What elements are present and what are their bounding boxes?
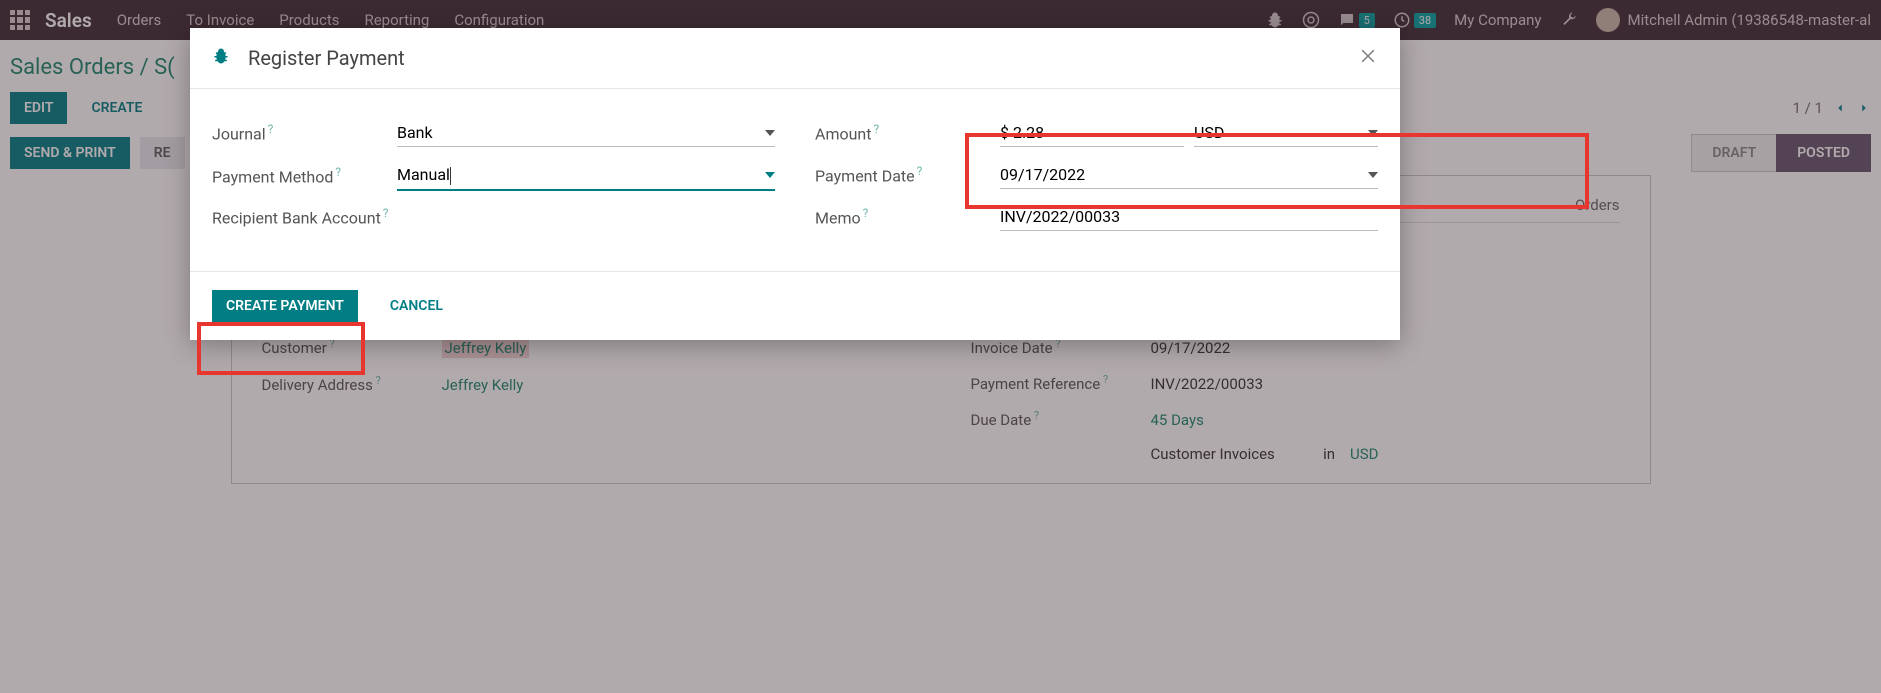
- register-payment-modal: Register Payment Journal? Bank Payment M…: [190, 28, 1400, 340]
- label-payment-date: Payment Date: [815, 167, 915, 186]
- bug-icon-modal[interactable]: [212, 47, 230, 70]
- close-icon[interactable]: [1358, 46, 1378, 70]
- cancel-button[interactable]: Cancel: [376, 290, 457, 322]
- label-recipient-bank: Recipient Bank Account: [212, 208, 381, 227]
- memo-input[interactable]: INV/2022/00033: [1000, 203, 1378, 231]
- label-journal: Journal: [212, 125, 266, 144]
- chevron-down-icon: [1368, 130, 1378, 136]
- chevron-down-icon: [765, 130, 775, 136]
- modal-title: Register Payment: [248, 46, 405, 70]
- journal-select[interactable]: Bank: [397, 119, 775, 147]
- label-memo: Memo: [815, 209, 861, 228]
- label-amount: Amount: [815, 125, 871, 144]
- label-payment-method: Payment Method: [212, 168, 333, 187]
- chevron-down-icon: [1368, 172, 1378, 178]
- create-payment-button[interactable]: Create Payment: [212, 290, 358, 322]
- payment-method-select[interactable]: Manual: [397, 161, 775, 191]
- amount-input[interactable]: $ 2.28: [1000, 119, 1184, 147]
- currency-select[interactable]: USD: [1194, 119, 1378, 147]
- chevron-down-icon: [765, 172, 775, 178]
- payment-date-input[interactable]: 09/17/2022: [1000, 161, 1378, 189]
